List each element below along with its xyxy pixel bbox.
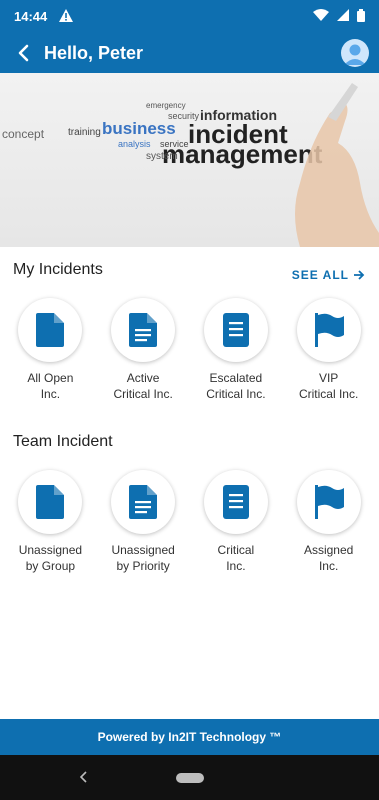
tile-label: VIP Critical Inc. [298,371,359,401]
document-icon [129,313,158,347]
notes-icon [222,313,249,347]
user-icon [344,44,366,65]
tile-circle [203,298,268,362]
back-button[interactable] [10,39,38,67]
tile-circle [18,298,83,362]
tile-circle [296,298,361,362]
status-time: 14:44 [14,9,48,24]
tile-circle [111,298,176,362]
nav-back-icon[interactable] [79,770,88,786]
back-arrow-icon [18,44,29,62]
tile-circle [203,470,268,534]
tile-circle [18,470,83,534]
flag-icon [314,313,344,347]
tile-label: All Open Inc. [27,371,74,401]
tile-all-open[interactable]: All Open Inc. [6,298,94,402]
see-all-link[interactable]: SEE ALL [292,268,365,282]
flag-icon [314,485,344,519]
tile-assigned[interactable]: Assigned Inc. [285,470,373,574]
tile-label: Unassigned by Priority [111,543,175,573]
document-icon [129,485,158,519]
tile-critical[interactable]: Critical Inc. [192,470,280,574]
team-incident-grid: Unassigned by Group Unassigned by Priori… [0,470,379,574]
tile-unassigned-group[interactable]: Unassigned by Group [6,470,94,574]
page-title: Hello, Peter [44,42,144,63]
status-bar: 14:44 [0,0,379,33]
tile-label: Assigned Inc. [303,543,354,573]
notes-icon [222,485,249,519]
tile-label: Escalated Critical Inc. [206,371,266,401]
arrow-right-icon [354,270,365,280]
app-bar: Hello, Peter [0,33,379,73]
tile-unassigned-priority[interactable]: Unassigned by Priority [99,470,187,574]
system-nav-bar [0,755,379,800]
see-all-label: SEE ALL [291,268,349,282]
home-pill[interactable] [175,772,204,783]
battery-icon [357,8,365,25]
warning-icon [59,8,74,25]
footer-powered-by: Powered by In2IT Technology ™ [0,719,379,755]
tile-active-critical[interactable]: Active Critical Inc. [99,298,187,402]
hand-graphic [295,83,379,247]
tile-escalated-critical[interactable]: Escalated Critical Inc. [192,298,280,402]
tile-circle [296,470,361,534]
banner-image: security information concept training bu… [0,73,379,247]
my-incidents-heading: My Incidents [13,261,103,278]
tile-label: Active Critical Inc. [113,371,173,401]
team-incident-heading: Team Incident [13,433,113,450]
tile-label: Unassigned by Group [18,543,83,573]
tile-circle [111,470,176,534]
tile-label: Critical Inc. [217,543,255,573]
file-icon [36,485,65,519]
file-icon [36,313,65,347]
wifi-icon [313,9,329,24]
tile-vip-critical[interactable]: VIP Critical Inc. [285,298,373,402]
avatar[interactable] [341,39,369,67]
signal-icon [337,9,349,24]
my-incidents-grid: All Open Inc. Active Critical Inc. Escal… [0,298,379,402]
